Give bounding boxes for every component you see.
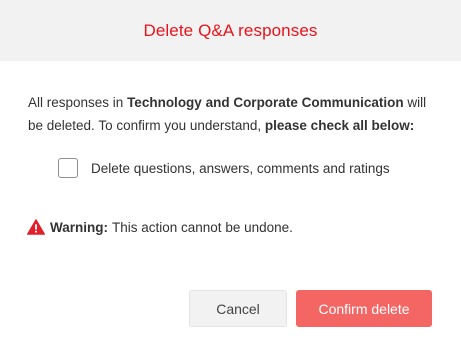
- delete-qa-dialog: Delete Q&A responses All responses in Te…: [0, 0, 461, 358]
- delete-all-checkbox-row[interactable]: Delete questions, answers, comments and …: [58, 158, 390, 178]
- confirm-delete-button[interactable]: Confirm delete: [296, 290, 432, 327]
- warning-triangle-icon: [27, 219, 45, 235]
- dialog-header: Delete Q&A responses: [0, 0, 461, 61]
- warning-label: Warning:: [50, 219, 108, 235]
- target-session-name: Technology and Corporate Communication: [127, 95, 404, 110]
- cancel-button[interactable]: Cancel: [189, 290, 287, 327]
- delete-all-checkbox[interactable]: [58, 158, 78, 178]
- dialog-title: Delete Q&A responses: [143, 20, 318, 40]
- message-emphasis: please check all below:: [264, 118, 415, 133]
- checkbox-label[interactable]: Delete questions, answers, comments and …: [91, 161, 390, 176]
- dialog-message: All responses in Technology and Corporat…: [28, 91, 438, 137]
- warning-message: Warning: This action cannot be undone.: [27, 219, 293, 235]
- warning-text: This action cannot be undone.: [112, 219, 293, 235]
- message-part-1: All responses in: [28, 95, 128, 110]
